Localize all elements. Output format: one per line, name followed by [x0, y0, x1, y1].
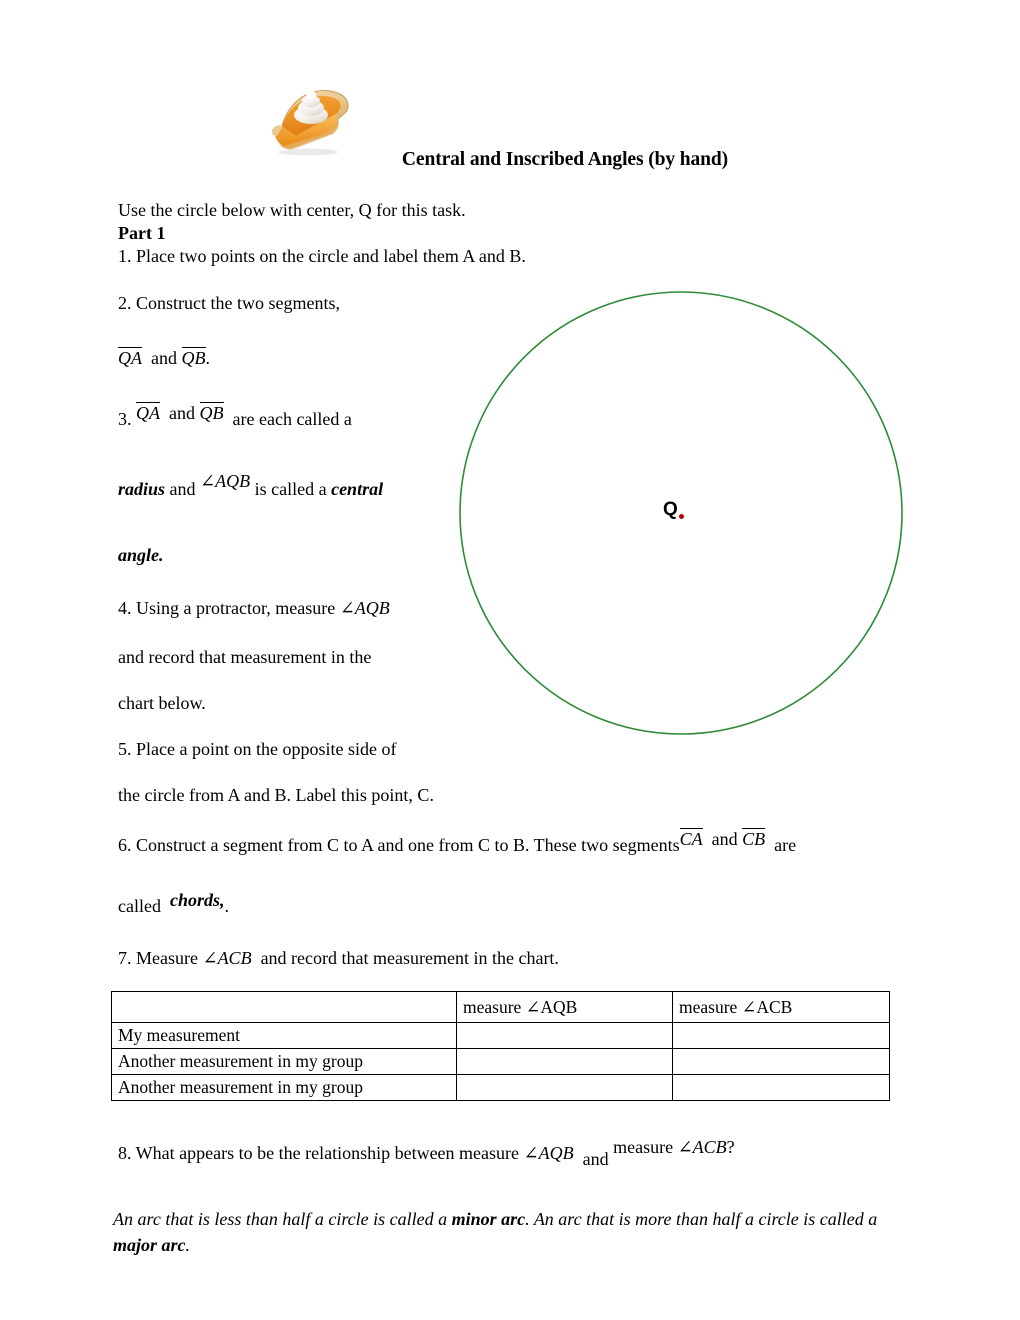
- period: .: [224, 896, 230, 916]
- arc-definition-note: An arc that is less than half a circle i…: [113, 1207, 918, 1258]
- conjunction-and: and: [169, 479, 196, 499]
- table-row: Another measurement in my group: [111, 1048, 890, 1075]
- period: .: [205, 348, 211, 368]
- step-3-tail: are each called a: [232, 409, 352, 429]
- step-4-line-3: chart below.: [118, 693, 206, 713]
- segment-qa-label: QA: [118, 347, 142, 368]
- intro-line: Use the circle below with center, Q for …: [118, 200, 466, 220]
- arc-note-part-3: .: [185, 1234, 191, 1255]
- row-label-my-measurement: My measurement: [111, 1022, 457, 1049]
- cell-acb-row-1[interactable]: [672, 1048, 890, 1075]
- angle-acb-label: ∠ACB: [677, 1137, 727, 1157]
- conjunction-and: and: [582, 1149, 609, 1169]
- term-radius: radius: [118, 479, 166, 499]
- angle-acb-label: ∠ACB: [202, 948, 252, 968]
- term-chords: chords,: [169, 890, 225, 910]
- segment-qb-label: QB: [181, 347, 206, 368]
- segment-cb-label: CB: [742, 828, 766, 849]
- step-3-definition: radius and ∠AQB is called a central: [118, 471, 384, 500]
- step-6-text: 6. Construct a segment from C to A and o…: [118, 835, 680, 855]
- segment-ca-label: CA: [679, 828, 703, 849]
- table-header-measure-acb-text: measure ∠ACB: [679, 996, 793, 1017]
- table-header-measure-aqb: measure ∠AQB: [456, 991, 673, 1023]
- cell-acb-row-0[interactable]: [672, 1022, 890, 1049]
- worksheet-page: Central and Inscribed Angles (by hand) U…: [0, 0, 1020, 1320]
- step-2-segments: QA and QB.: [118, 347, 210, 369]
- step-2-text: 2. Construct the two segments,: [118, 293, 340, 313]
- step-7: 7. Measure ∠ACB and record that measurem…: [118, 948, 559, 969]
- row-label-group-measurement-1: Another measurement in my group: [111, 1048, 457, 1075]
- step-1: 1. Place two points on the circle and la…: [118, 246, 526, 266]
- step-5-line-2: the circle from A and B. Label this poin…: [118, 785, 434, 805]
- cell-aqb-row-2[interactable]: [456, 1074, 673, 1101]
- angle-aqb-label: ∠AQB: [523, 1143, 574, 1163]
- page-title: Central and Inscribed Angles (by hand): [401, 149, 729, 170]
- conjunction-and: and: [151, 348, 177, 368]
- segment-qb-label: QB: [199, 402, 224, 423]
- step-7-tail: and record that measurement in the chart…: [260, 948, 559, 968]
- cell-acb-row-2[interactable]: [672, 1074, 890, 1101]
- term-central: central: [331, 479, 384, 499]
- table-row: My measurement: [111, 1022, 890, 1049]
- step-5-line-1: 5. Place a point on the opposite side of: [118, 739, 397, 759]
- question-mark: ?: [726, 1137, 735, 1157]
- table-header-measure-aqb-text: measure ∠AQB: [463, 996, 578, 1017]
- row-label-group-measurement-2: Another measurement in my group: [111, 1074, 457, 1101]
- step-7-text: 7. Measure: [118, 948, 198, 968]
- table-header-row: measure ∠AQB measure ∠ACB: [111, 991, 890, 1023]
- segment-qa-label: QA: [136, 402, 160, 423]
- term-major-arc: major arc: [113, 1234, 186, 1255]
- conjunction-and: and: [711, 829, 738, 849]
- step-6-are: are: [774, 835, 797, 855]
- angle-aqb-label: ∠AQB: [339, 598, 390, 618]
- measurement-table: measure ∠AQB measure ∠ACB My measurement…: [111, 991, 890, 1101]
- term-minor-arc: minor arc: [451, 1209, 526, 1229]
- step-6-line-2: called chords,.: [118, 890, 230, 917]
- step-6-line-1: 6. Construct a segment from C to A and o…: [118, 828, 797, 856]
- table-header-measure-acb: measure ∠ACB: [672, 991, 890, 1023]
- arc-note-part-1: An arc that is less than half a circle i…: [113, 1209, 452, 1229]
- cell-aqb-row-0[interactable]: [456, 1022, 673, 1049]
- step-8-measure-word: measure: [613, 1137, 674, 1157]
- pumpkin-pie-slice-icon: [262, 80, 354, 158]
- step-6-called: called: [118, 896, 161, 916]
- step-8: 8. What appears to be the relationship b…: [118, 1137, 735, 1169]
- step-3: 3. QA and QB are each called a: [118, 402, 352, 430]
- circle-center-point: [679, 514, 684, 519]
- step-4-text: 4. Using a protractor, measure: [118, 598, 336, 618]
- step-3-definition-mid: is called a: [254, 479, 327, 499]
- cell-aqb-row-1[interactable]: [456, 1048, 673, 1075]
- step-8-text: 8. What appears to be the relationship b…: [118, 1143, 520, 1163]
- angle-aqb-label: ∠AQB: [200, 471, 251, 491]
- circle-center-label: Q: [663, 499, 678, 520]
- conjunction-and: and: [169, 403, 195, 423]
- step-4-line-1: 4. Using a protractor, measure ∠AQB: [118, 598, 390, 619]
- term-angle: angle.: [118, 545, 164, 565]
- arc-note-part-2: . An arc that is more than half a circle…: [525, 1209, 878, 1229]
- step-4-line-2: and record that measurement in the: [118, 647, 372, 667]
- table-header-blank: [111, 991, 457, 1023]
- part-heading: Part 1: [118, 223, 166, 243]
- step-3-number: 3.: [118, 409, 132, 429]
- table-row: Another measurement in my group: [111, 1074, 890, 1101]
